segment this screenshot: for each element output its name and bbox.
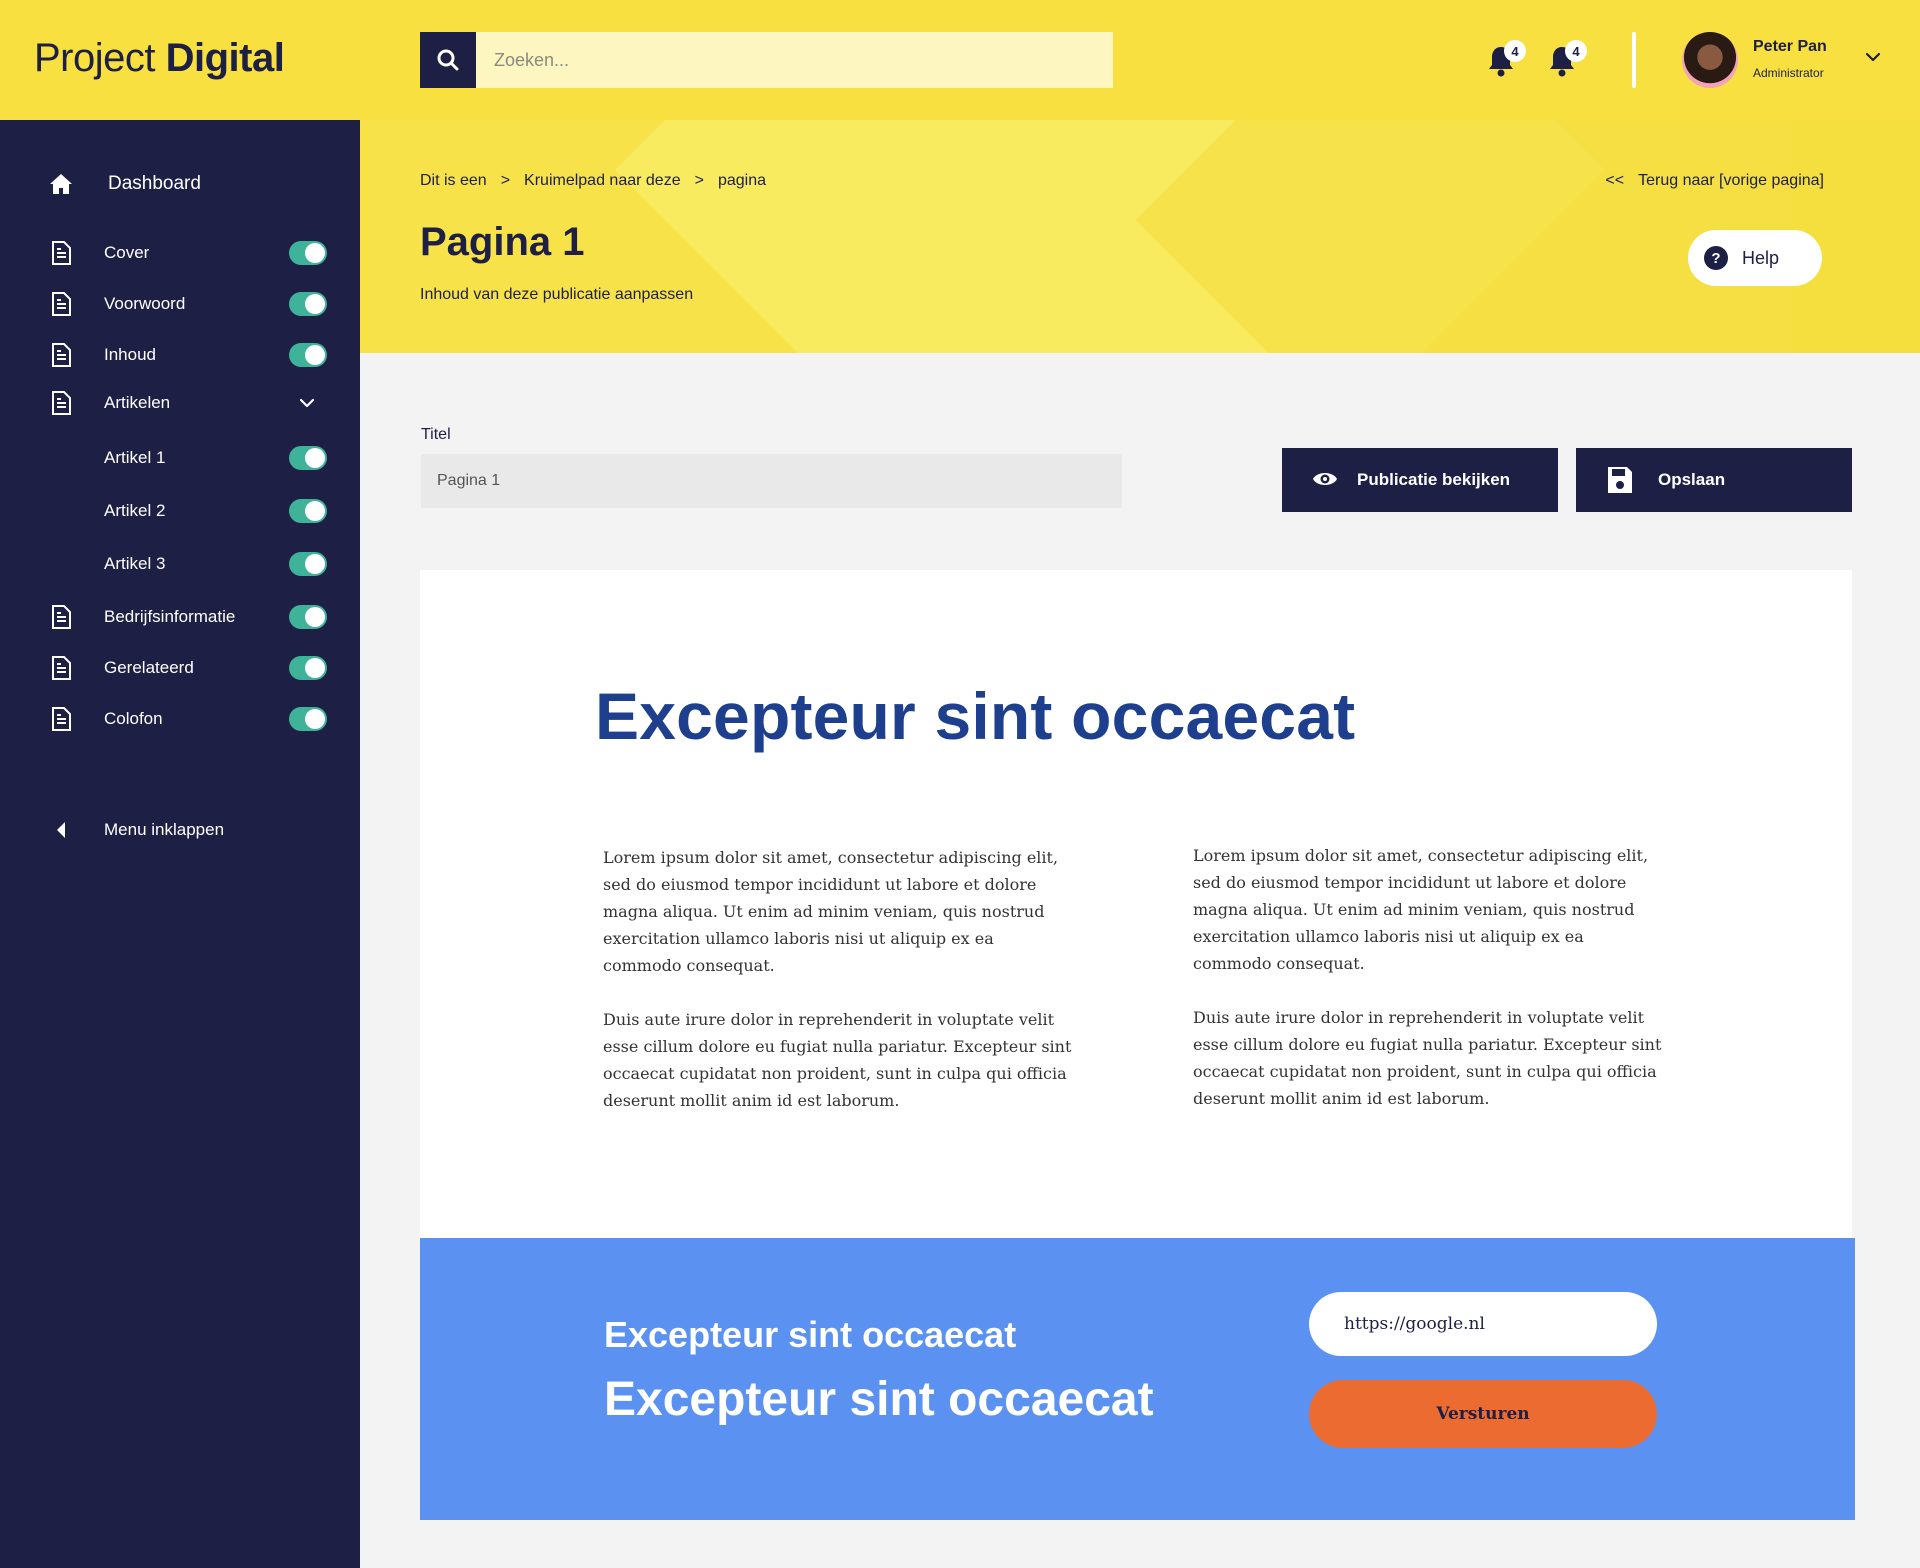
double-chevron-left-icon: << — [1605, 172, 1625, 189]
view-publication-label: Publicatie bekijken — [1357, 470, 1511, 489]
page-title: Pagina 1 — [420, 220, 585, 264]
chevron-down-icon[interactable] — [298, 394, 316, 412]
sidebar: Dashboard Cover Voorwoord Inhoud Artikel… — [0, 120, 360, 1568]
visibility-toggle[interactable] — [289, 343, 327, 367]
document-icon — [48, 706, 74, 732]
sidebar-item-label: Cover — [104, 243, 150, 262]
search-bar — [420, 32, 1113, 88]
sidebar-item-cover[interactable]: Cover — [0, 233, 360, 273]
question-circle-icon: ? — [1704, 246, 1728, 270]
submit-button[interactable]: Versturen — [1309, 1380, 1657, 1448]
document-icon — [48, 655, 74, 681]
document-icon — [48, 604, 74, 630]
document-icon — [48, 240, 74, 266]
chevron-down-icon[interactable] — [1864, 48, 1882, 66]
sidebar-item-inhoud[interactable]: Inhoud — [0, 335, 360, 375]
breadcrumb-item[interactable]: Dit is een — [420, 172, 487, 190]
caret-left-icon — [48, 817, 74, 843]
sidebar-item-bedrijfsinformatie[interactable]: Bedrijfsinformatie — [0, 597, 360, 637]
sidebar-item-label: Gerelateerd — [104, 658, 194, 677]
sidebar-item-label: Voorwoord — [104, 294, 186, 313]
title-input[interactable] — [421, 454, 1122, 508]
sidebar-item-label: Menu inklappen — [104, 820, 225, 839]
paragraph: Duis aute irure dolor in reprehenderit i… — [1193, 1008, 1662, 1108]
sidebar-item-artikel-3[interactable]: Artikel 3 — [0, 544, 360, 584]
eye-icon — [1313, 473, 1337, 485]
document-icon — [48, 342, 74, 368]
visibility-toggle[interactable] — [289, 605, 327, 629]
title-field-label: Titel — [421, 426, 451, 443]
visibility-toggle[interactable] — [289, 241, 327, 265]
floppy-disk-icon — [1608, 467, 1632, 493]
help-label: Help — [1742, 247, 1780, 268]
header-divider — [1632, 32, 1636, 88]
text-column-left[interactable]: Lorem ipsum dolor sit amet, consectetur … — [603, 844, 1073, 1141]
breadcrumb-item: pagina — [717, 172, 766, 189]
sidebar-item-artikel-2[interactable]: Artikel 2 — [0, 491, 360, 531]
back-link[interactable]: << Terug naar [vorige pagina] — [1605, 172, 1824, 190]
sidebar-item-label: Colofon — [104, 709, 163, 728]
paragraph: Lorem ipsum dolor sit amet, consectetur … — [603, 848, 1059, 975]
visibility-toggle[interactable] — [289, 499, 327, 523]
breadcrumb-separator: > — [500, 172, 511, 189]
sidebar-item-dashboard[interactable]: Dashboard — [0, 164, 360, 204]
alerts-button[interactable]: 4 — [1547, 40, 1587, 80]
notification-count-badge: 4 — [1504, 40, 1526, 62]
back-link-label: Terug naar [vorige pagina] — [1638, 172, 1824, 189]
sidebar-item-label: Artikelen — [104, 393, 171, 412]
sidebar-item-label: Dashboard — [108, 173, 201, 194]
sidebar-item-colofon[interactable]: Colofon — [0, 699, 360, 739]
app-logo[interactable]: Project Digital — [34, 36, 285, 81]
sidebar-item-label: Inhoud — [104, 345, 156, 364]
sidebar-item-label: Bedrijfsinformatie — [104, 607, 236, 626]
url-input[interactable] — [1309, 1292, 1657, 1356]
search-button[interactable] — [420, 32, 476, 88]
notification-count-badge: 4 — [1565, 40, 1587, 62]
breadcrumb: Dit is een > Kruimelpad naar deze > pagi… — [420, 172, 766, 190]
user-role: Administrator — [1753, 66, 1824, 80]
paragraph: Duis aute irure dolor in reprehenderit i… — [603, 1010, 1072, 1110]
visibility-toggle[interactable] — [289, 552, 327, 576]
sidebar-item-label: Artikel 1 — [104, 448, 166, 467]
sidebar-item-label: Artikel 2 — [104, 501, 166, 520]
view-publication-button[interactable]: Publicatie bekijken — [1282, 448, 1558, 512]
search-input[interactable] — [476, 32, 1113, 88]
page-hero: Dit is een > Kruimelpad naar deze > pagi… — [360, 120, 1920, 353]
document-icon — [48, 291, 74, 317]
collapse-menu-button[interactable]: Menu inklappen — [0, 810, 360, 850]
cta-block: Excepteur sint occaecat Excepteur sint o… — [420, 1238, 1855, 1520]
user-name: Peter Pan — [1753, 38, 1827, 55]
avatar[interactable] — [1682, 32, 1738, 88]
home-icon — [48, 171, 74, 197]
help-button[interactable]: ? Help — [1688, 230, 1822, 286]
text-column-right[interactable]: Lorem ipsum dolor sit amet, consectetur … — [1193, 842, 1663, 1139]
cta-heading-large[interactable]: Excepteur sint occaecat — [604, 1372, 1154, 1427]
visibility-toggle[interactable] — [289, 656, 327, 680]
paragraph: Lorem ipsum dolor sit amet, consectetur … — [1193, 846, 1649, 973]
sidebar-item-gerelateerd[interactable]: Gerelateerd — [0, 648, 360, 688]
visibility-toggle[interactable] — [289, 446, 327, 470]
sidebar-item-artikel-1[interactable]: Artikel 1 — [0, 438, 360, 478]
save-label: Opslaan — [1658, 470, 1726, 489]
document-icon — [48, 390, 74, 416]
save-button[interactable]: Opslaan — [1576, 448, 1852, 512]
page-subtitle: Inhoud van deze publicatie aanpassen — [420, 286, 694, 303]
content-heading[interactable]: Excepteur sint occaecat — [595, 678, 1355, 754]
search-icon — [437, 49, 459, 71]
visibility-toggle[interactable] — [289, 292, 327, 316]
visibility-toggle[interactable] — [289, 707, 327, 731]
sidebar-item-voorwoord[interactable]: Voorwoord — [0, 284, 360, 324]
sidebar-item-label: Artikel 3 — [104, 554, 166, 573]
breadcrumb-separator: > — [694, 172, 704, 189]
sidebar-item-artikelen[interactable]: Artikelen — [0, 383, 360, 423]
notifications-button[interactable]: 4 — [1486, 40, 1526, 80]
breadcrumb-item[interactable]: Kruimelpad naar deze — [524, 172, 681, 190]
top-bar: Project Digital 4 4 Peter Pan Administra… — [0, 0, 1920, 120]
cta-heading-small[interactable]: Excepteur sint occaecat — [604, 1314, 1016, 1356]
content-preview-card: Excepteur sint occaecat Lorem ipsum dolo… — [420, 570, 1852, 1238]
